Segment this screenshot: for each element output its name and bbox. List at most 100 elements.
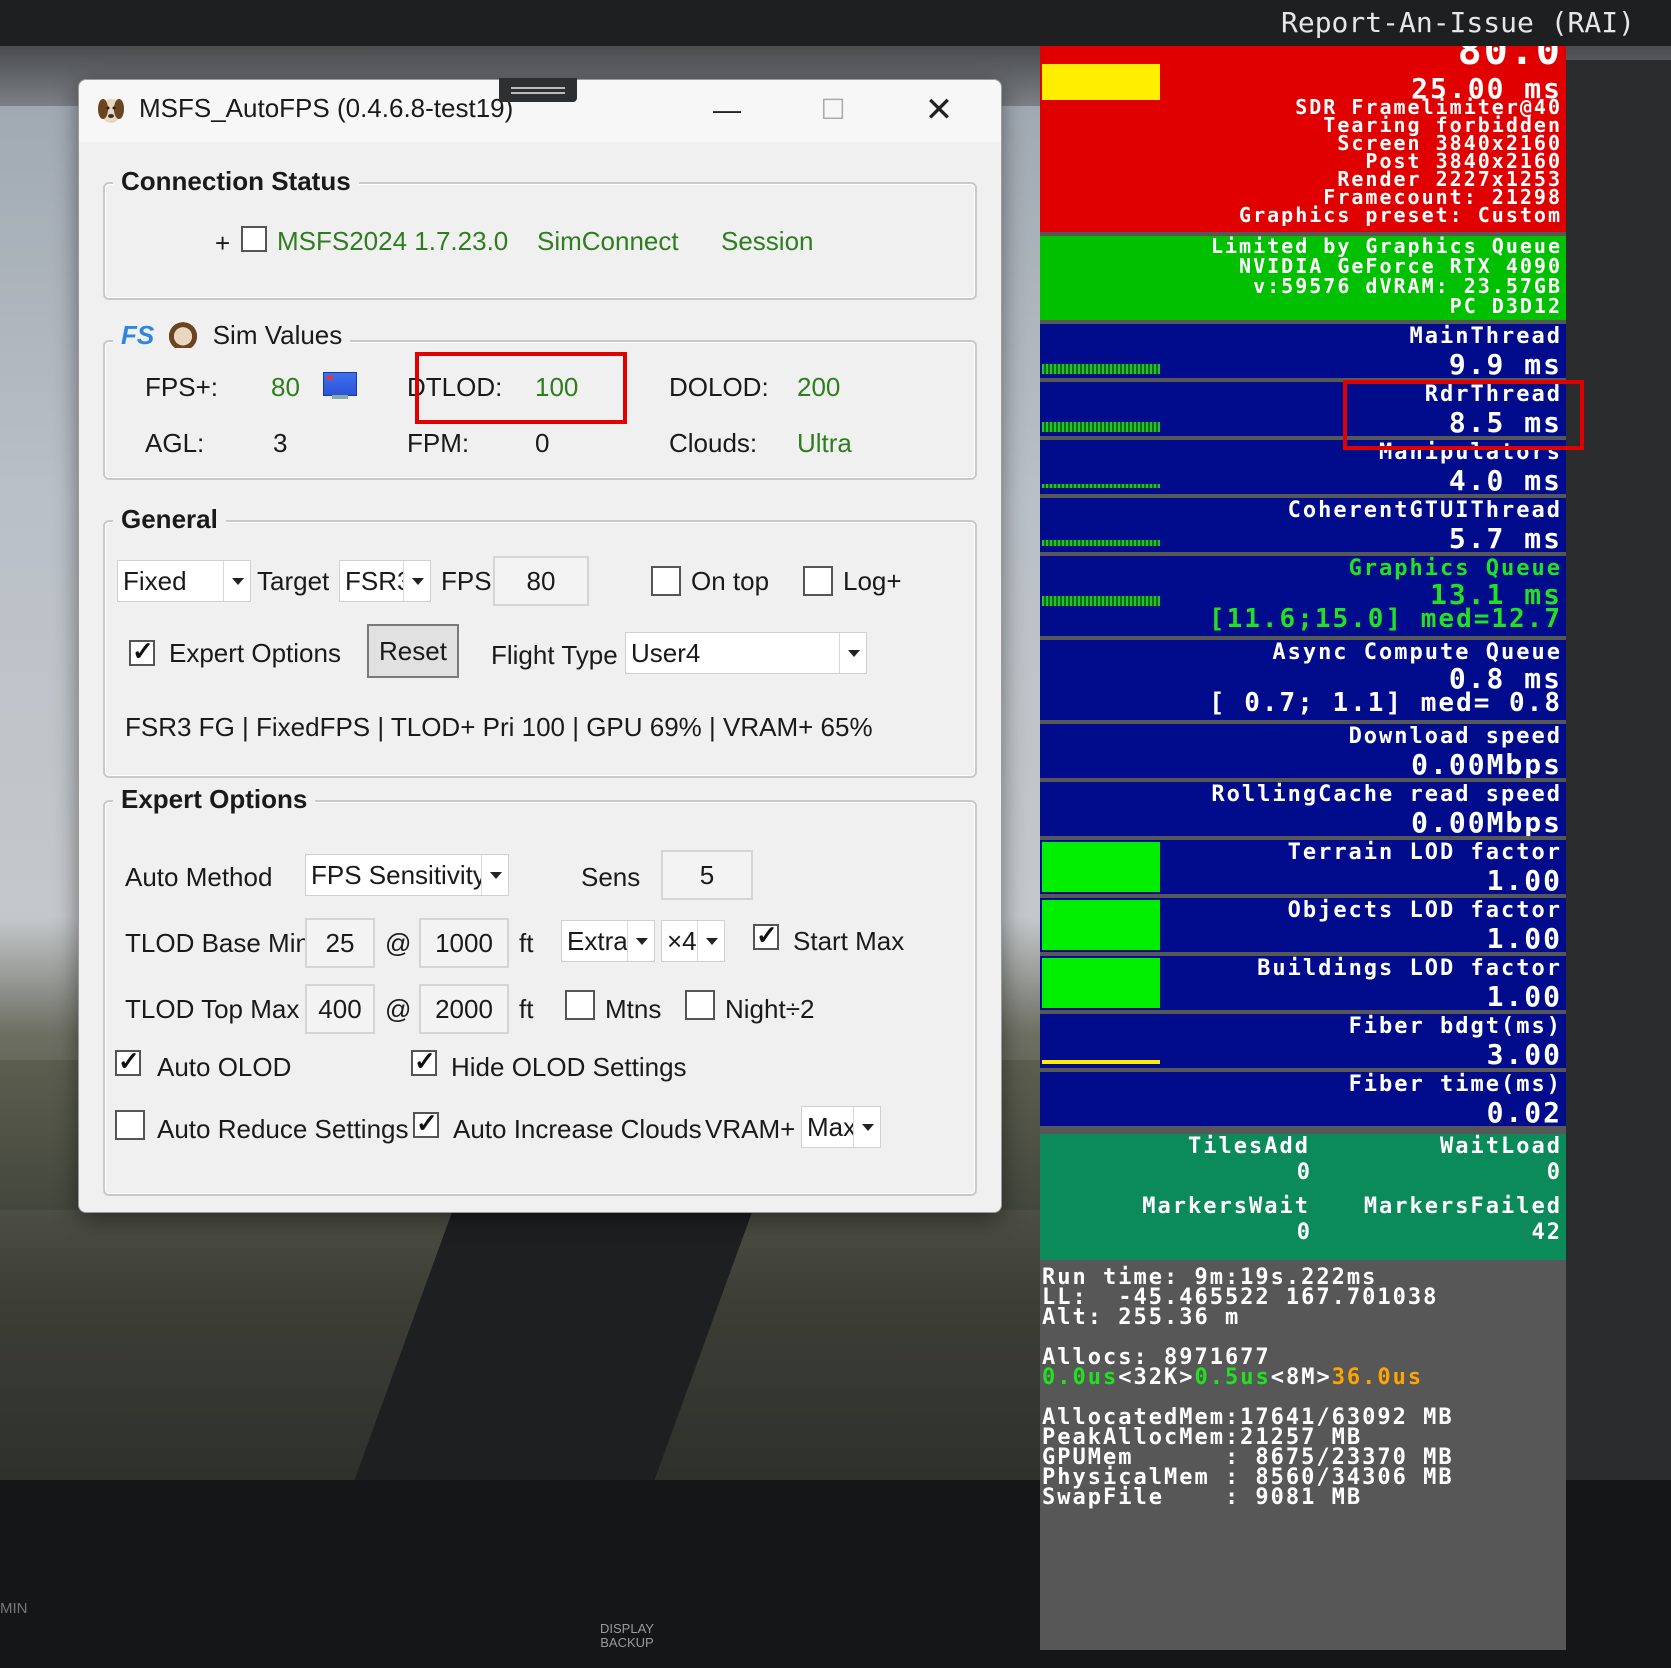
vram-select-value: Max <box>807 1112 857 1142</box>
connection-checkbox[interactable] <box>241 226 267 252</box>
multiplier-select[interactable]: ×4 <box>661 920 725 962</box>
start-max-checkbox[interactable] <box>753 920 779 951</box>
display-backup-button[interactable]: DISPLAY BACKUP <box>600 1622 654 1650</box>
mtns-checkbox[interactable] <box>565 990 595 1020</box>
extra-select[interactable]: Extra <box>561 920 655 962</box>
auto-olod-label: Auto OLOD <box>157 1052 292 1082</box>
drag-grip[interactable] <box>499 78 577 102</box>
fiber-budget-bar <box>1042 1060 1160 1064</box>
terrain-lod-block: Terrain LOD factor 1.00 <box>1040 840 1566 894</box>
target-select[interactable]: FSR3 <box>339 560 431 602</box>
tlod-base-alt-input[interactable]: 1000 <box>419 918 509 968</box>
download-speed-block: Download speed 0.00Mbps <box>1040 724 1566 778</box>
connection-status-group: Connection Status + MSFS2024 1.7.23.0 Si… <box>103 166 977 300</box>
auto-reduce-checkbox[interactable] <box>115 1110 145 1140</box>
tlod-top-max-input[interactable]: 400 <box>305 984 375 1034</box>
fpm-label: FPM: <box>407 428 470 458</box>
minimize-button[interactable]: — <box>697 90 757 130</box>
terrain-lod-value: 1.00 <box>1486 864 1562 894</box>
chevron-down-icon <box>223 561 250 601</box>
coherent-label: CoherentGTUIThread <box>1287 498 1562 523</box>
chevron-down-icon <box>839 633 866 673</box>
objects-lod-bar <box>1042 900 1160 950</box>
expert-options-group: Expert Options Auto Method FPS Sensitivi… <box>103 784 977 1196</box>
reset-button[interactable]: Reset <box>367 624 459 678</box>
expert-options-checkbox[interactable] <box>129 636 155 667</box>
title-bar[interactable]: MSFS_AutoFPS (0.4.6.8-test19) — ☐ ✕ <box>79 78 1001 142</box>
swap-file: SwapFile : 9081 MB <box>1042 1485 1363 1510</box>
tlod-top-alt-input[interactable]: 2000 <box>419 984 509 1034</box>
multiplier-select-value: ×4 <box>667 926 697 956</box>
alloc-size-small: <32K> <box>1118 1365 1195 1390</box>
manipulators-value: 4.0 ms <box>1448 464 1562 494</box>
rdr-thread-highlight-box <box>1343 380 1584 450</box>
coherent-value: 5.7 ms <box>1448 522 1562 552</box>
auto-method-select[interactable]: FPS Sensitivity <box>305 854 509 896</box>
fiber-time-block: Fiber time(ms) 0.02 <box>1040 1072 1566 1126</box>
main-thread-graph <box>1042 364 1160 374</box>
coherent-graph <box>1042 540 1160 546</box>
flight-type-value: User4 <box>631 638 701 668</box>
objects-lod-value: 1.00 <box>1486 922 1562 952</box>
fps-target-input[interactable]: 80 <box>493 556 589 606</box>
alloc-timings: 0.0us<32K>0.5us<8M>36.0us <box>1042 1365 1423 1390</box>
close-button[interactable]: ✕ <box>909 90 969 130</box>
auto-olod-checkbox[interactable] <box>115 1046 141 1077</box>
hide-olod-checkbox[interactable] <box>411 1046 437 1077</box>
fps-value: 80 <box>271 372 300 402</box>
buildings-lod-block: Buildings LOD factor 1.00 <box>1040 956 1566 1010</box>
log-checkbox[interactable] <box>803 566 833 596</box>
agl-label: AGL: <box>145 428 205 458</box>
coherent-block: CoherentGTUIThread 5.7 ms <box>1040 498 1566 552</box>
chevron-down-icon <box>627 921 654 961</box>
markers-wait-label: MarkersWait <box>1142 1194 1310 1219</box>
expand-toggle[interactable]: + <box>215 228 230 259</box>
tiles-block: TilesAdd 0 WaitLoad 0 MarkersWait 0 Mark… <box>1040 1134 1566 1260</box>
dolod-value: 200 <box>797 372 841 402</box>
connection-status-legend: Connection Status <box>113 166 359 197</box>
memory-stats-block: Run time: 9m:19s.222ms LL: -45.465522 16… <box>1040 1264 1566 1650</box>
monitor-icon <box>323 372 357 399</box>
alloc-time-small: 0.0us <box>1042 1365 1119 1390</box>
general-group: General Fixed Target FSR3 FPS 80 On top … <box>103 504 977 778</box>
flight-type-select[interactable]: User4 <box>625 632 867 674</box>
fiber-budget-value: 3.00 <box>1486 1038 1562 1068</box>
manipulators-graph <box>1042 484 1160 488</box>
target-select-value: FSR3 <box>345 566 412 596</box>
sens-input[interactable]: 5 <box>661 850 753 900</box>
performance-overlay: 80.0 25.00 ms SDR Framelimiter@40 Tearin… <box>1040 46 1566 1650</box>
dtlod-highlight-box <box>415 352 627 424</box>
mode-select[interactable]: Fixed <box>117 560 251 602</box>
on-top-label: On top <box>691 566 770 596</box>
rdr-thread-graph <box>1042 422 1160 432</box>
fpm-value: 0 <box>535 428 550 458</box>
fps-label: FPS+: <box>145 372 218 402</box>
graphics-queue-graph <box>1042 596 1160 606</box>
rolling-cache-value: 0.00Mbps <box>1411 806 1562 836</box>
async-compute-block: Async Compute Queue 0.8 ms [ 0.7; 1.1] m… <box>1040 640 1566 720</box>
gpu-block: Limited by Graphics Queue NVIDIA GeForce… <box>1040 236 1566 320</box>
auto-increase-clouds-checkbox[interactable] <box>413 1108 439 1139</box>
tlod-base-min-input[interactable]: 25 <box>305 918 375 968</box>
wait-load-value: 0 <box>1546 1160 1562 1185</box>
fs-icon: FS <box>121 320 155 350</box>
dog-icon <box>98 99 124 123</box>
alloc-time-medium: 0.5us <box>1194 1365 1271 1390</box>
hide-olod-label: Hide OLOD Settings <box>451 1052 687 1082</box>
mtns-label: Mtns <box>605 994 662 1024</box>
report-an-issue-link[interactable]: Report-An-Issue (RAI) <box>1281 6 1635 39</box>
wait-load-label: WaitLoad <box>1440 1134 1562 1159</box>
on-top-checkbox[interactable] <box>651 566 681 596</box>
graphics-queue-block: Graphics Queue 13.1 ms [11.6;15.0] med=1… <box>1040 556 1566 636</box>
dolod-label: DOLOD: <box>669 372 769 402</box>
night-checkbox[interactable] <box>685 990 715 1020</box>
clouds-value: Ultra <box>797 428 852 458</box>
mode-select-value: Fixed <box>123 566 187 596</box>
limited-by: Limited by Graphics Queue <box>1210 236 1562 258</box>
maximize-button[interactable]: ☐ <box>803 90 863 130</box>
general-legend: General <box>113 504 226 535</box>
tiles-add-value: 0 <box>1296 1160 1310 1185</box>
vram-select[interactable]: Max <box>801 1106 881 1148</box>
objects-lod-block: Objects LOD factor 1.00 <box>1040 898 1566 952</box>
fiber-time-label: Fiber time(ms) <box>1348 1072 1562 1097</box>
